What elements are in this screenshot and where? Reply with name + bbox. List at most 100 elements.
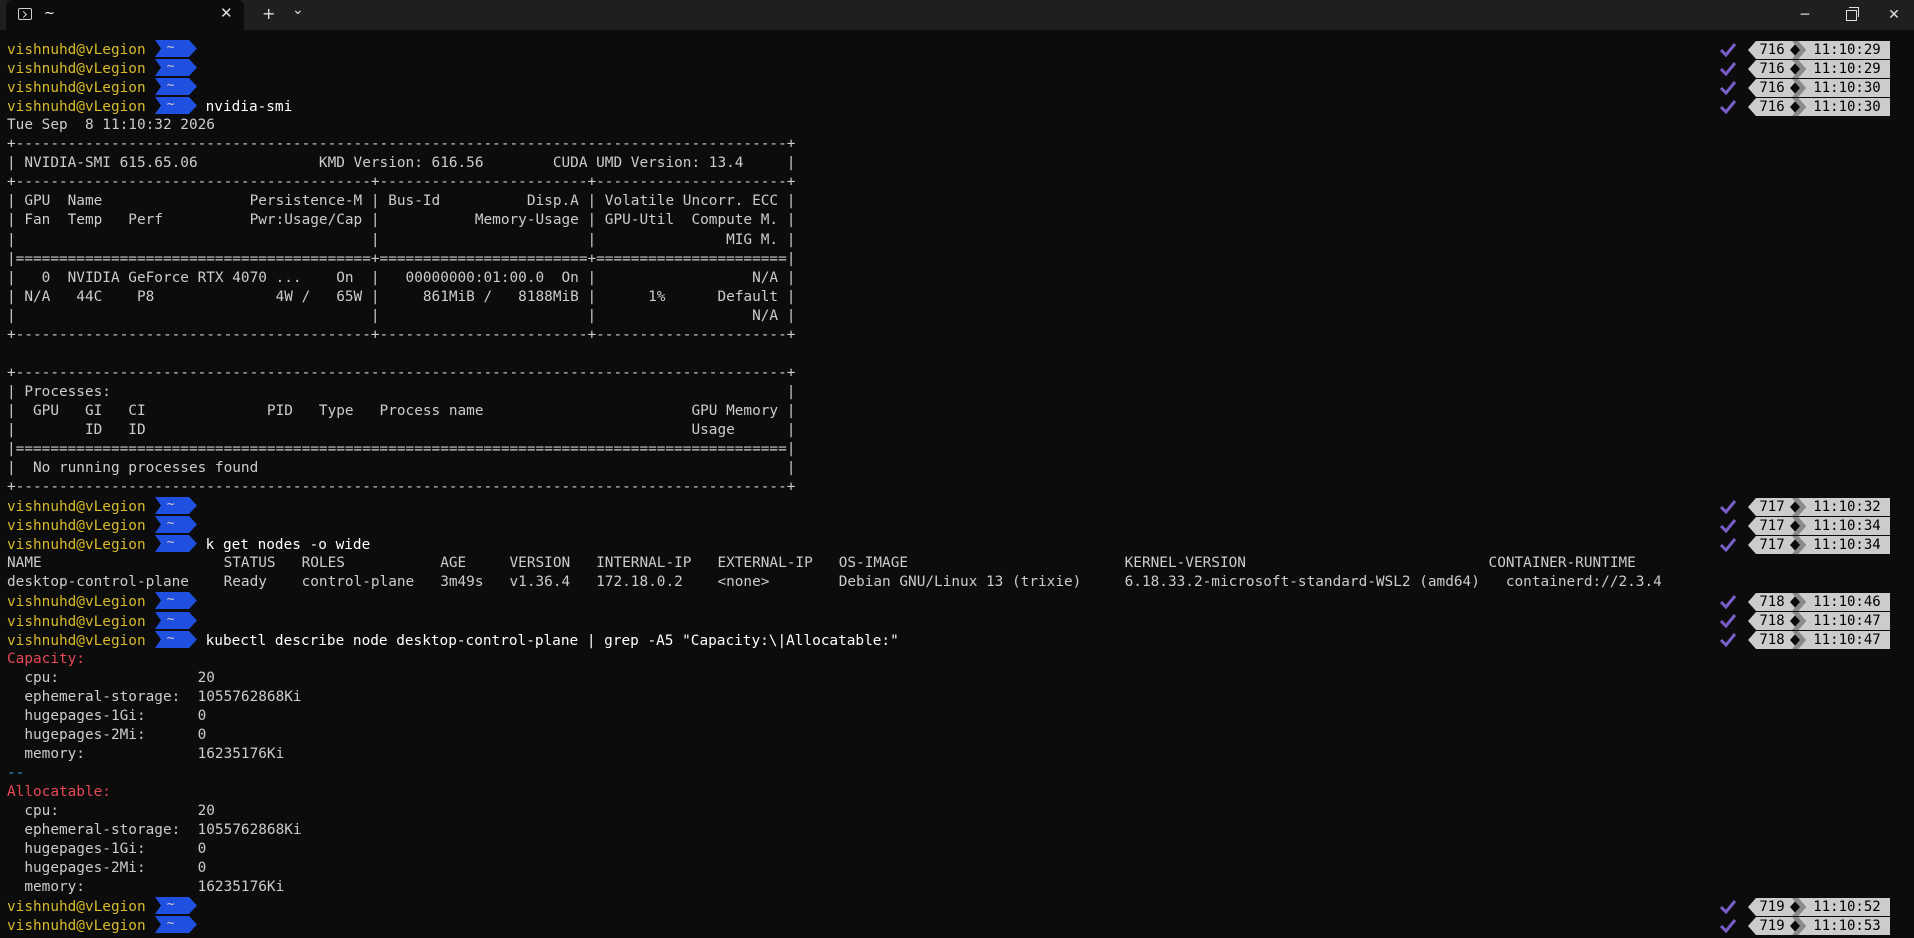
maximize-button[interactable] xyxy=(1828,0,1874,30)
close-tab-icon[interactable]: ✕ xyxy=(220,4,233,22)
output-line: +---------------------------------------… xyxy=(7,136,796,153)
prompt-line: vishnuhd@vLegion ~ xyxy=(7,897,206,916)
prompt-dir: ~ xyxy=(166,497,175,513)
output-line: desktop-control-plane Ready control-plan… xyxy=(7,574,1662,591)
output-line: | NVIDIA-SMI 615.65.06 KMD Version: 616.… xyxy=(7,155,796,172)
output-line: ephemeral-storage: 1055762868Ki xyxy=(7,688,302,705)
prompt-line: vishnuhd@vLegion ~ xyxy=(7,592,206,611)
prompt-arrow-icon: ~ xyxy=(154,897,197,915)
command-time: 11:10:30 xyxy=(1813,98,1881,115)
prompt-user: vishnuhd@vLegion xyxy=(7,80,146,97)
command-text: kubectl describe node desktop-control-pl… xyxy=(205,632,899,649)
prompt-arrow-icon: ~ xyxy=(154,516,197,534)
close-window-button[interactable]: ✕ xyxy=(1874,0,1914,30)
minimize-button[interactable]: ─ xyxy=(1782,0,1828,30)
command-time: 11:10:34 xyxy=(1813,517,1881,534)
command-time: 11:10:46 xyxy=(1813,593,1881,610)
tab-dropdown-button[interactable]: ⌄ xyxy=(292,2,304,18)
output-line: Tue Sep 8 11:10:32 2026 xyxy=(7,117,215,134)
title-bar: ~ ✕ + ⌄ ─ ✕ xyxy=(0,0,1914,30)
output-line: | Fan Temp Perf Pwr:Usage/Cap | Memory-U… xyxy=(7,212,796,229)
terminal-tab[interactable]: ~ ✕ xyxy=(6,0,244,30)
prompt-arrow-icon: ~ xyxy=(154,611,197,629)
prompt-arrow-icon: ~ xyxy=(154,916,197,934)
output-line: | No running processes found | xyxy=(7,460,796,477)
output-line: +---------------------------------------… xyxy=(7,326,796,343)
output-line: |=======================================… xyxy=(7,441,796,458)
prompt-dir: ~ xyxy=(166,916,175,932)
new-tab-button[interactable]: + xyxy=(262,4,275,23)
prompt-dir: ~ xyxy=(166,611,175,627)
command-number: 716 xyxy=(1759,79,1785,96)
check-icon xyxy=(1719,614,1737,629)
output-line: cpu: 20 xyxy=(7,803,215,819)
prompt-user: vishnuhd@vLegion xyxy=(7,613,146,630)
command-text: nvidia-smi xyxy=(205,99,293,116)
output-line: | N/A 44C P8 4W / 65W | 861MiB / 8188MiB… xyxy=(7,288,796,305)
output-line: memory: 16235176Ki xyxy=(7,745,285,762)
command-time: 11:10:29 xyxy=(1813,41,1881,58)
output-line: +---------------------------------------… xyxy=(7,364,796,381)
command-time: 11:10:32 xyxy=(1813,498,1881,515)
prompt-dir: ~ xyxy=(166,630,175,646)
prompt-line: vishnuhd@vLegion ~ xyxy=(7,611,206,631)
status-segment: 718 11:10:46 xyxy=(1718,592,1890,611)
prompt-user: vishnuhd@vLegion xyxy=(7,42,146,58)
prompt-line: vishnuhd@vLegion ~ xyxy=(7,497,206,516)
command-time: 11:10:52 xyxy=(1813,898,1881,915)
check-icon xyxy=(1719,80,1737,95)
prompt-arrow-icon: ~ xyxy=(154,497,197,515)
command-time: 11:10:29 xyxy=(1813,60,1881,77)
prompt-line: vishnuhd@vLegion ~ xyxy=(7,59,206,78)
output-line: | | | MIG M. | xyxy=(7,231,796,248)
command-number: 718 xyxy=(1759,593,1785,610)
prompt-dir: ~ xyxy=(166,40,175,55)
command-number: 716 xyxy=(1759,41,1785,58)
prompt-line: vishnuhd@vLegion ~ xyxy=(7,40,206,59)
output-line: +---------------------------------------… xyxy=(7,479,796,496)
prompt-arrow-icon: ~ xyxy=(154,97,197,115)
prompt-user: vishnuhd@vLegion xyxy=(7,899,146,916)
output-line: hugepages-2Mi: 0 xyxy=(7,860,207,877)
command-number: 718 xyxy=(1759,613,1785,629)
status-segment: 717 11:10:34 xyxy=(1718,516,1890,535)
output-line: | Processes: | xyxy=(7,383,796,400)
status-segment: 716 11:10:30 xyxy=(1718,78,1890,97)
prompt-user: vishnuhd@vLegion xyxy=(7,632,146,649)
status-segment: 716 11:10:29 xyxy=(1718,59,1890,78)
prompt-line: vishnuhd@vLegion ~ kubectl describe node d… xyxy=(7,630,899,650)
prompt-user: vishnuhd@vLegion xyxy=(7,99,146,116)
prompt-line: vishnuhd@vLegion ~ xyxy=(7,78,206,97)
command-number: 717 xyxy=(1759,498,1785,515)
command-number: 718 xyxy=(1759,632,1785,649)
check-icon xyxy=(1719,499,1737,514)
terminal-output[interactable]: 716 11:10:29 vishnuhd@vLegion ~716 11:10:29 v… xyxy=(0,30,1914,938)
command-time: 11:10:30 xyxy=(1813,79,1881,96)
output-line: | GPU GI CI PID Type Process name GPU Me… xyxy=(7,402,796,419)
command-time: 11:10:53 xyxy=(1813,917,1881,934)
status-segment: 719 11:10:52 xyxy=(1718,897,1890,916)
prompt-arrow-icon: ~ xyxy=(154,78,197,96)
output-line: | GPU Name Persistence-M | Bus-Id Disp.A… xyxy=(7,193,796,210)
output-line: +---------------------------------------… xyxy=(7,174,796,191)
status-segment: 718 11:10:47 xyxy=(1718,631,1890,650)
check-icon xyxy=(1719,594,1737,610)
command-number: 716 xyxy=(1759,60,1785,77)
status-segment: 717 11:10:32 xyxy=(1718,497,1890,516)
output-line: ephemeral-storage: 1055762868Ki xyxy=(7,822,302,839)
check-icon xyxy=(1719,42,1737,57)
output-line: memory: 16235176Ki xyxy=(7,879,285,896)
prompt-user: vishnuhd@vLegion xyxy=(7,61,146,78)
prompt-user: vishnuhd@vLegion xyxy=(7,518,146,535)
prompt-arrow-icon: ~ xyxy=(154,535,197,553)
status-segment: 718 11:10:47 xyxy=(1718,612,1890,630)
terminal-icon xyxy=(18,8,32,20)
prompt-line: vishnuhd@vLegion ~ k get nodes -o wide xyxy=(7,535,370,554)
prompt-arrow-icon: ~ xyxy=(154,630,197,648)
command-number: 719 xyxy=(1759,917,1785,934)
separator-line: -- xyxy=(7,764,25,781)
status-segment: 716 11:10:30 xyxy=(1718,97,1890,116)
prompt-line: vishnuhd@vLegion ~ xyxy=(7,516,206,535)
prompt-dir: ~ xyxy=(166,897,175,913)
output-line: | 0 NVIDIA GeForce RTX 4070 ... On | 000… xyxy=(7,269,796,286)
